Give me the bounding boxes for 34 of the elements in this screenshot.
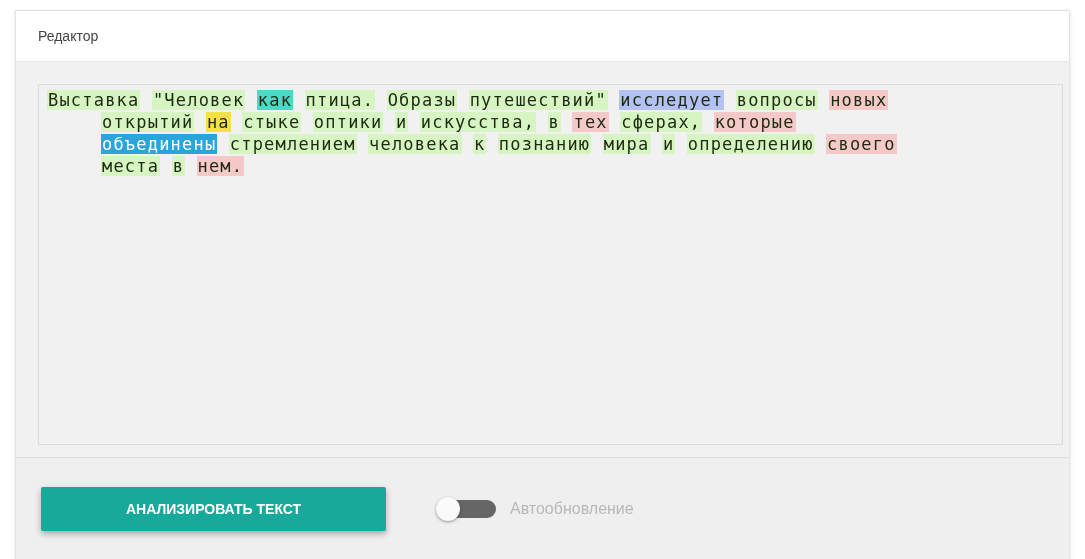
highlighted-word: человека bbox=[368, 134, 462, 154]
highlighted-word: нем. bbox=[196, 156, 245, 176]
highlighted-word: искусства, bbox=[419, 112, 537, 132]
highlighted-word: в bbox=[547, 112, 561, 132]
highlighted-word: тех bbox=[572, 112, 609, 132]
highlighted-word: места bbox=[101, 156, 161, 176]
highlighted-word: познанию bbox=[497, 134, 592, 154]
highlighted-word: определению bbox=[686, 134, 815, 154]
highlighted-word: объединены bbox=[101, 134, 218, 154]
highlighted-word: исследует bbox=[619, 90, 725, 110]
highlighted-word: стыке bbox=[242, 112, 302, 132]
highlighted-word: стремлением bbox=[228, 134, 357, 154]
highlighted-word: мира bbox=[602, 134, 651, 154]
highlighted-word: на bbox=[205, 112, 231, 132]
highlighted-word: сферах, bbox=[620, 112, 703, 132]
highlighted-word: оптики bbox=[312, 112, 384, 132]
highlighted-word: и bbox=[661, 134, 676, 154]
highlighted-word: Выставка bbox=[47, 90, 141, 110]
analyze-button[interactable]: АНАЛИЗИРОВАТЬ ТЕКСТ bbox=[41, 487, 386, 531]
highlighted-word: Образы bbox=[386, 90, 458, 110]
highlighted-word: своего bbox=[826, 134, 897, 154]
highlighted-word: птица. bbox=[304, 90, 376, 110]
highlighted-word: которые bbox=[713, 112, 796, 132]
toggle-switch[interactable] bbox=[438, 500, 496, 518]
highlighted-word: путешествий" bbox=[468, 90, 608, 110]
highlighted-word: открытий bbox=[101, 112, 195, 132]
highlighted-word: вопросы bbox=[735, 90, 818, 110]
panel-title: Редактор bbox=[38, 28, 99, 44]
highlighted-word: в bbox=[171, 156, 186, 176]
highlighted-word: к bbox=[472, 134, 487, 154]
highlighted-word: как bbox=[256, 90, 294, 110]
highlighted-word: новых bbox=[829, 90, 889, 110]
highlighted-word: "Человек bbox=[151, 90, 246, 110]
highlighted-word: и bbox=[394, 112, 409, 132]
